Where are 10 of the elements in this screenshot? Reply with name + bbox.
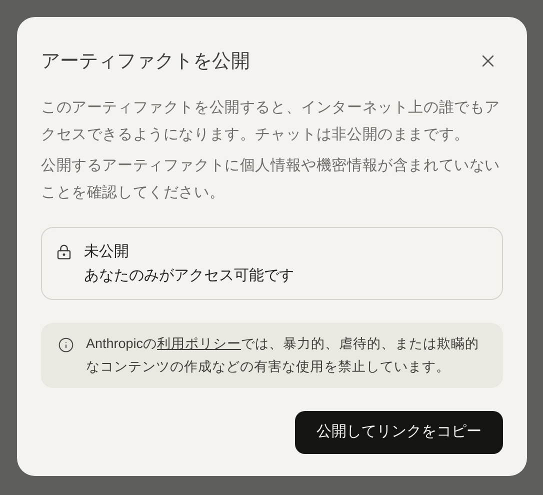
- visibility-title: 未公開: [84, 242, 130, 262]
- publish-button[interactable]: 公開してリンクをコピー: [295, 411, 503, 454]
- dialog-text: このアーティファクトを公開すると、インターネット上の誰でもアクセスできるようになります。チャットは非公開のままです。: [41, 98, 501, 145]
- policy-text: Anthropicの利用ポリシーでは、暴力的、虐待的、または欺瞞的なコンテンツの作成などの有害な使用を禁止しています。: [86, 335, 480, 376]
- dialog-title: アーティファクトを公開: [41, 48, 250, 74]
- info-icon: [58, 337, 74, 353]
- lock-icon: [56, 244, 72, 260]
- dialog-text: 公開するアーティファクトに個人情報や機密情報が含まれていないことを確認してください。: [41, 156, 501, 203]
- visibility-description: あなたのみがアクセス可能です: [84, 266, 294, 286]
- policy-link[interactable]: 利用ポリシー: [157, 336, 242, 351]
